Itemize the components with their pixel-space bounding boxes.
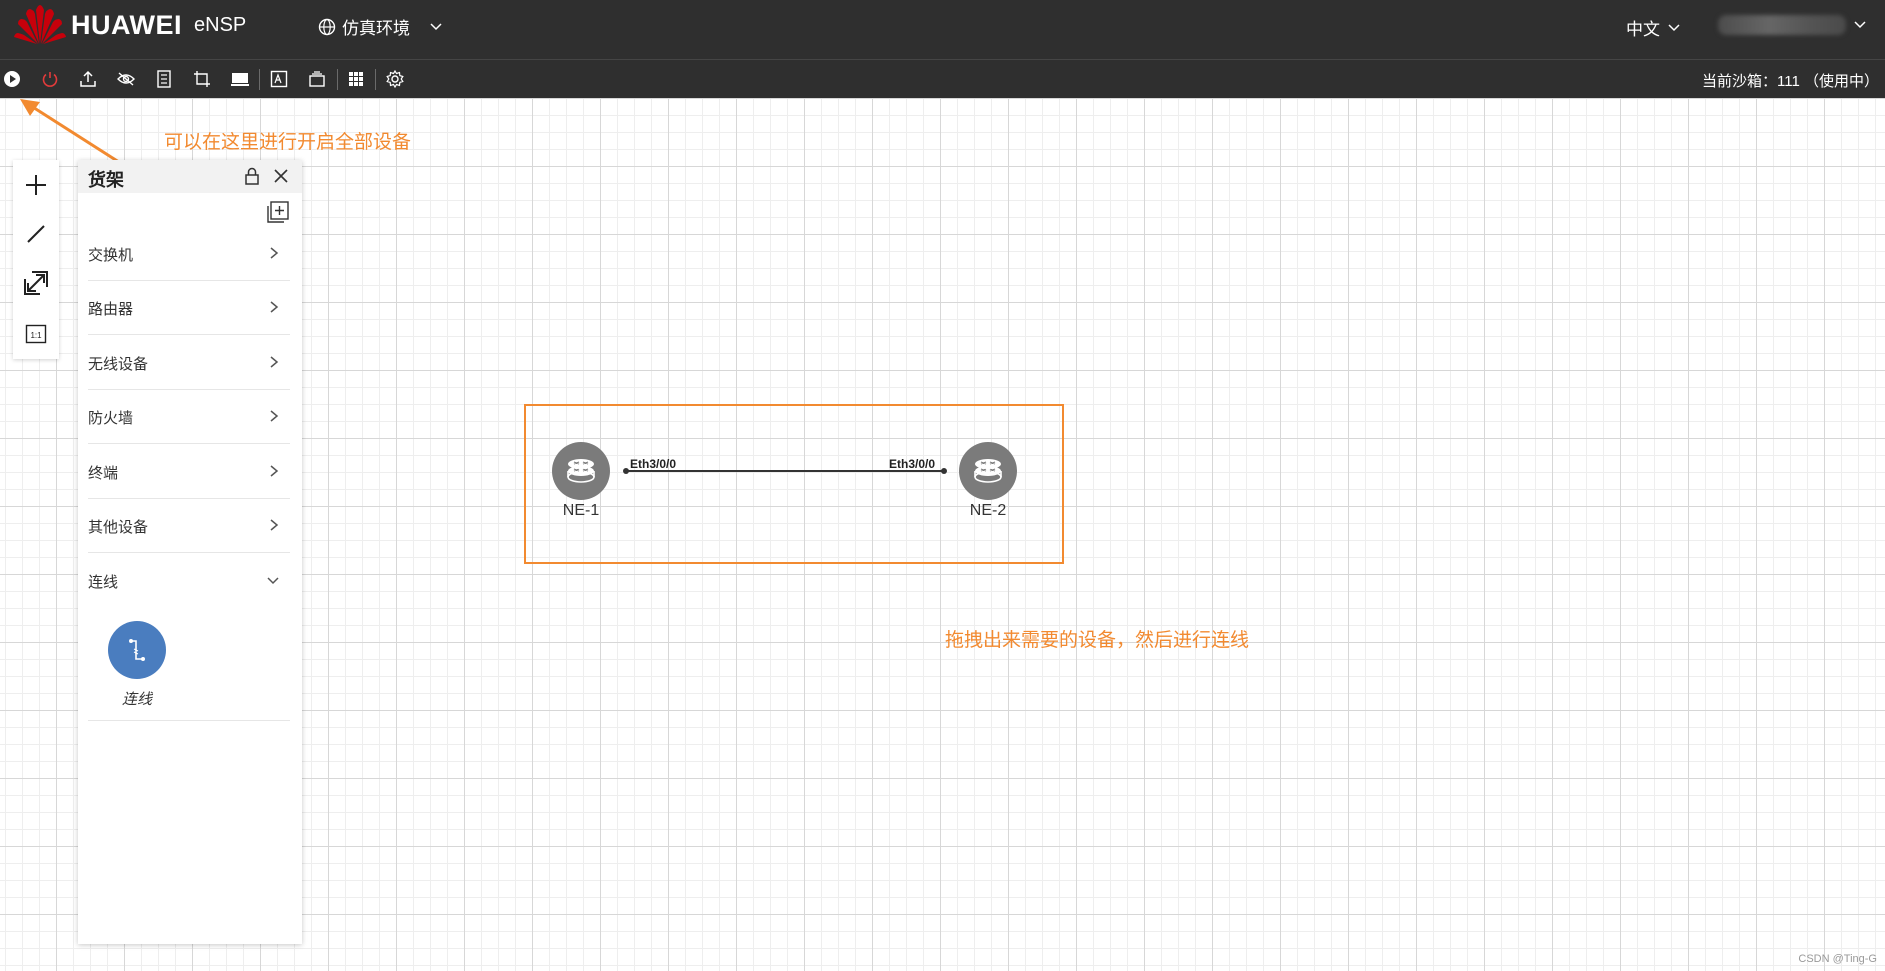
shelf-header: 货架 [78, 160, 302, 193]
chevron-down-icon [1668, 23, 1680, 31]
sandbox-status: 当前沙箱：111 （使用中） [1702, 73, 1879, 90]
shelf-category-link[interactable]: 连线 [88, 554, 290, 608]
product-name: eNSP [194, 14, 247, 36]
play-icon [4, 71, 20, 87]
crop-button[interactable] [191, 68, 213, 90]
category-label: 终端 [88, 465, 119, 482]
shelf-title: 货架 [88, 170, 124, 190]
shelf-category-router[interactable]: 路由器 [88, 281, 290, 335]
device-label-ne1: NE-1 [562, 502, 600, 519]
link-tool-button[interactable] [108, 621, 166, 679]
chevron-right-icon [270, 301, 279, 313]
router-icon [974, 459, 1002, 483]
layers-icon [309, 71, 325, 87]
shelf-category-terminal[interactable]: 终端 [88, 445, 290, 499]
one-to-one-icon: 1:1 [25, 324, 47, 344]
actual-size-button[interactable]: 1:1 [13, 311, 59, 357]
fit-view-button[interactable] [13, 260, 59, 306]
huawei-logo-icon [14, 5, 66, 44]
username-masked [1718, 15, 1846, 35]
screen-button[interactable] [229, 68, 251, 90]
shelf-panel: 货架 交换机 路由器 无线设备 防火墙 终端 其他设备 连线 连线 [78, 160, 302, 944]
settings-button[interactable] [384, 68, 406, 90]
document-icon [157, 70, 171, 88]
brand-name: HUAWEI [71, 10, 182, 40]
upload-button[interactable] [77, 68, 99, 90]
layer-button[interactable] [306, 68, 328, 90]
language-label: 中文 [1626, 20, 1660, 39]
grid-button[interactable] [345, 68, 367, 90]
expand-icon [24, 271, 48, 295]
chevron-down-icon [430, 22, 442, 30]
port-endpoint [941, 468, 947, 474]
chevron-right-icon [270, 410, 279, 422]
lock-icon[interactable] [242, 166, 262, 186]
upload-icon [80, 70, 96, 87]
plus-icon [26, 175, 46, 195]
chevron-down-icon [1854, 21, 1866, 29]
router-ne1[interactable] [552, 442, 610, 500]
eye-off-icon [117, 72, 135, 86]
port-endpoint [623, 468, 629, 474]
divider [88, 720, 290, 721]
chevron-right-icon [270, 519, 279, 531]
category-label: 防火墙 [88, 410, 134, 427]
stop-all-button[interactable] [39, 68, 61, 90]
close-icon[interactable] [271, 166, 291, 186]
chevron-right-icon [270, 356, 279, 368]
category-label: 交换机 [88, 247, 134, 264]
category-label: 无线设备 [88, 356, 149, 373]
annotation-arrow [20, 99, 123, 166]
text-button[interactable] [268, 68, 290, 90]
environment-label: 仿真环境 [342, 19, 410, 38]
link-tool-label: 连线 [121, 691, 152, 708]
language-selector[interactable]: 中文 [1626, 15, 1680, 40]
toolbar-divider [375, 69, 376, 90]
gear-icon [386, 70, 404, 88]
text-box-icon [270, 70, 288, 88]
port-label-ne1: Eth3/0/0 [630, 457, 677, 471]
add-tool-button[interactable] [13, 162, 59, 208]
router-ne2[interactable] [959, 442, 1017, 500]
toolbar-divider [337, 69, 338, 90]
start-hint-annotation: 可以在这里进行开启全部设备 [164, 132, 412, 153]
add-device-icon[interactable] [266, 200, 290, 224]
globe-icon [318, 18, 336, 35]
canvas-tools: 1:1 [13, 160, 59, 359]
drag-hint-annotation: 拖拽出来需要的设备，然后进行连线 [945, 630, 1250, 651]
category-label: 路由器 [88, 301, 134, 318]
start-all-button[interactable] [1, 68, 23, 90]
toolbar-divider [259, 69, 260, 90]
crop-icon [194, 71, 210, 87]
monitor-icon [231, 73, 249, 86]
shelf-category-firewall[interactable]: 防火墙 [88, 390, 290, 444]
line-tool-button[interactable] [13, 211, 59, 257]
top-header: HUAWEI eNSP 仿真环境 中文 [0, 0, 1885, 59]
hide-button[interactable] [115, 68, 137, 90]
svg-text:1:1: 1:1 [30, 331, 42, 340]
device-label-ne2: NE-2 [969, 502, 1007, 519]
notes-button[interactable] [153, 68, 175, 90]
line-icon [27, 225, 45, 243]
category-label: 其他设备 [88, 519, 149, 536]
user-menu[interactable] [1718, 12, 1868, 38]
cable-icon [129, 639, 145, 661]
router-icon [567, 459, 595, 483]
shelf-category-wireless[interactable]: 无线设备 [88, 336, 290, 390]
chevron-down-icon [267, 577, 279, 585]
chevron-right-icon [270, 465, 279, 477]
port-label-ne2: Eth3/0/0 [889, 457, 936, 471]
chevron-right-icon [270, 247, 279, 259]
watermark: CSDN @Ting-G [1798, 953, 1877, 965]
power-icon [42, 72, 58, 87]
shelf-category-other[interactable]: 其他设备 [88, 499, 290, 553]
shelf-category-switch[interactable]: 交换机 [88, 227, 290, 281]
environment-selector[interactable]: 仿真环境 [318, 14, 442, 39]
main-toolbar: 当前沙箱：111 （使用中） [0, 59, 1885, 98]
grid-icon [349, 72, 363, 86]
category-label: 连线 [88, 574, 119, 591]
